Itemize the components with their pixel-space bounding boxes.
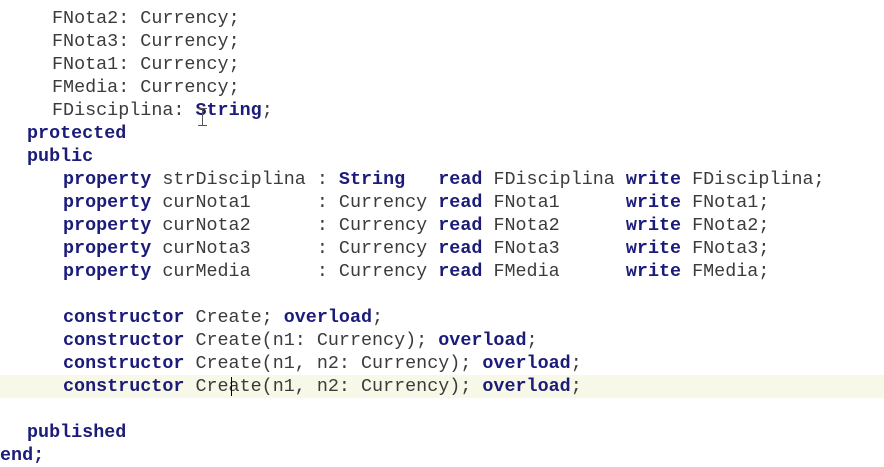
- code-keyword: property: [63, 192, 152, 213]
- code-line[interactable]: constructor Create; overload;: [0, 306, 884, 329]
- code-line[interactable]: protected: [0, 122, 884, 145]
- code-text: Create(n1, n2: Currency);: [184, 353, 483, 374]
- code-keyword: read: [438, 238, 483, 259]
- code-text: FDisciplina:: [52, 100, 196, 121]
- code-text: FNota3;: [681, 238, 770, 259]
- code-keyword: end;: [0, 445, 45, 466]
- code-line[interactable]: FDisciplina: String;: [0, 99, 884, 122]
- code-text: ;: [261, 100, 273, 121]
- text-cursor-icon: [198, 108, 207, 126]
- code-keyword: constructor: [63, 353, 185, 374]
- code-text: FNota2: [482, 215, 626, 236]
- code-keyword: published: [27, 422, 127, 443]
- code-keyword: overload: [482, 353, 571, 374]
- code-text: Create(n1: Currency);: [184, 330, 439, 351]
- code-text: FNota2;: [681, 215, 770, 236]
- code-text: curNota1 : Currency: [151, 192, 439, 213]
- code-line[interactable]: property curMedia : Currency read FMedia…: [0, 260, 884, 283]
- code-text: FMedia: Currency;: [52, 77, 240, 98]
- code-text: curMedia : Currency: [151, 261, 439, 282]
- code-line[interactable]: constructor Create(n1, n2: Currency); ov…: [0, 352, 884, 375]
- code-text: curNota3 : Currency: [151, 238, 439, 259]
- code-line[interactable]: FNota3: Currency;: [0, 30, 884, 53]
- code-keyword: property: [63, 261, 152, 282]
- code-keyword: read: [438, 169, 483, 190]
- code-line[interactable]: public: [0, 145, 884, 168]
- code-text: ;: [372, 307, 384, 328]
- code-text: FDisciplina;: [681, 169, 825, 190]
- code-editor[interactable]: FNota2: Currency; FNota3: Currency; FNota1…: [0, 0, 884, 466]
- code-keyword: String: [338, 169, 406, 190]
- code-line[interactable]: property curNota3 : Currency read FNota3…: [0, 237, 884, 260]
- code-keyword: overload: [283, 307, 373, 328]
- code-text: ;: [570, 376, 582, 397]
- code-line[interactable]: property strDisciplina : String read FDi…: [0, 168, 884, 191]
- code-text: FDisciplina: [482, 169, 626, 190]
- code-text: FNota1: [482, 192, 626, 213]
- code-line[interactable]: constructor Create(n1, n2: Currency); ov…: [0, 375, 884, 398]
- code-keyword: constructor: [63, 307, 185, 328]
- code-text: ;: [526, 330, 538, 351]
- code-text: FNota2: Currency;: [52, 8, 240, 29]
- code-text: FMedia;: [681, 261, 770, 282]
- code-keyword: read: [438, 215, 483, 236]
- code-text: FNota1: Currency;: [52, 54, 240, 75]
- code-text: FMedia: [482, 261, 626, 282]
- code-line[interactable]: FNota1: Currency;: [0, 53, 884, 76]
- code-text: strDisciplina :: [151, 169, 339, 190]
- code-keyword: read: [438, 261, 483, 282]
- code-keyword: read: [438, 192, 483, 213]
- code-text: ;: [570, 353, 582, 374]
- code-keyword: write: [625, 169, 682, 190]
- code-text: FNota3: Currency;: [52, 31, 240, 52]
- code-line[interactable]: property curNota1 : Currency read FNota1…: [0, 191, 884, 214]
- code-keyword: property: [63, 215, 152, 236]
- code-line[interactable]: published: [0, 421, 884, 444]
- code-line[interactable]: property curNota2 : Currency read FNota2…: [0, 214, 884, 237]
- code-keyword: property: [63, 238, 152, 259]
- code-line[interactable]: end;: [0, 444, 884, 467]
- code-keyword: write: [625, 192, 682, 213]
- code-keyword: write: [625, 238, 682, 259]
- code-text: FNota3: [482, 238, 626, 259]
- code-keyword: write: [625, 261, 682, 282]
- code-keyword: constructor: [63, 330, 185, 351]
- code-line[interactable]: constructor Create(n1: Currency); overlo…: [0, 329, 884, 352]
- code-text: curNota2 : Currency: [151, 215, 439, 236]
- code-line[interactable]: FMedia: Currency;: [0, 76, 884, 99]
- code-keyword: protected: [27, 123, 127, 144]
- code-keyword: constructor: [63, 376, 185, 397]
- text-caret: [230, 377, 232, 396]
- code-keyword: property: [63, 169, 152, 190]
- code-text: Create(n1, n2: Currency);: [184, 376, 483, 397]
- code-line[interactable]: FNota2: Currency;: [0, 7, 884, 30]
- code-text: FNota1;: [681, 192, 770, 213]
- code-keyword: write: [625, 215, 682, 236]
- code-keyword: overload: [482, 376, 571, 397]
- code-keyword: public: [27, 146, 94, 167]
- code-keyword: overload: [438, 330, 527, 351]
- code-text: Create;: [184, 307, 284, 328]
